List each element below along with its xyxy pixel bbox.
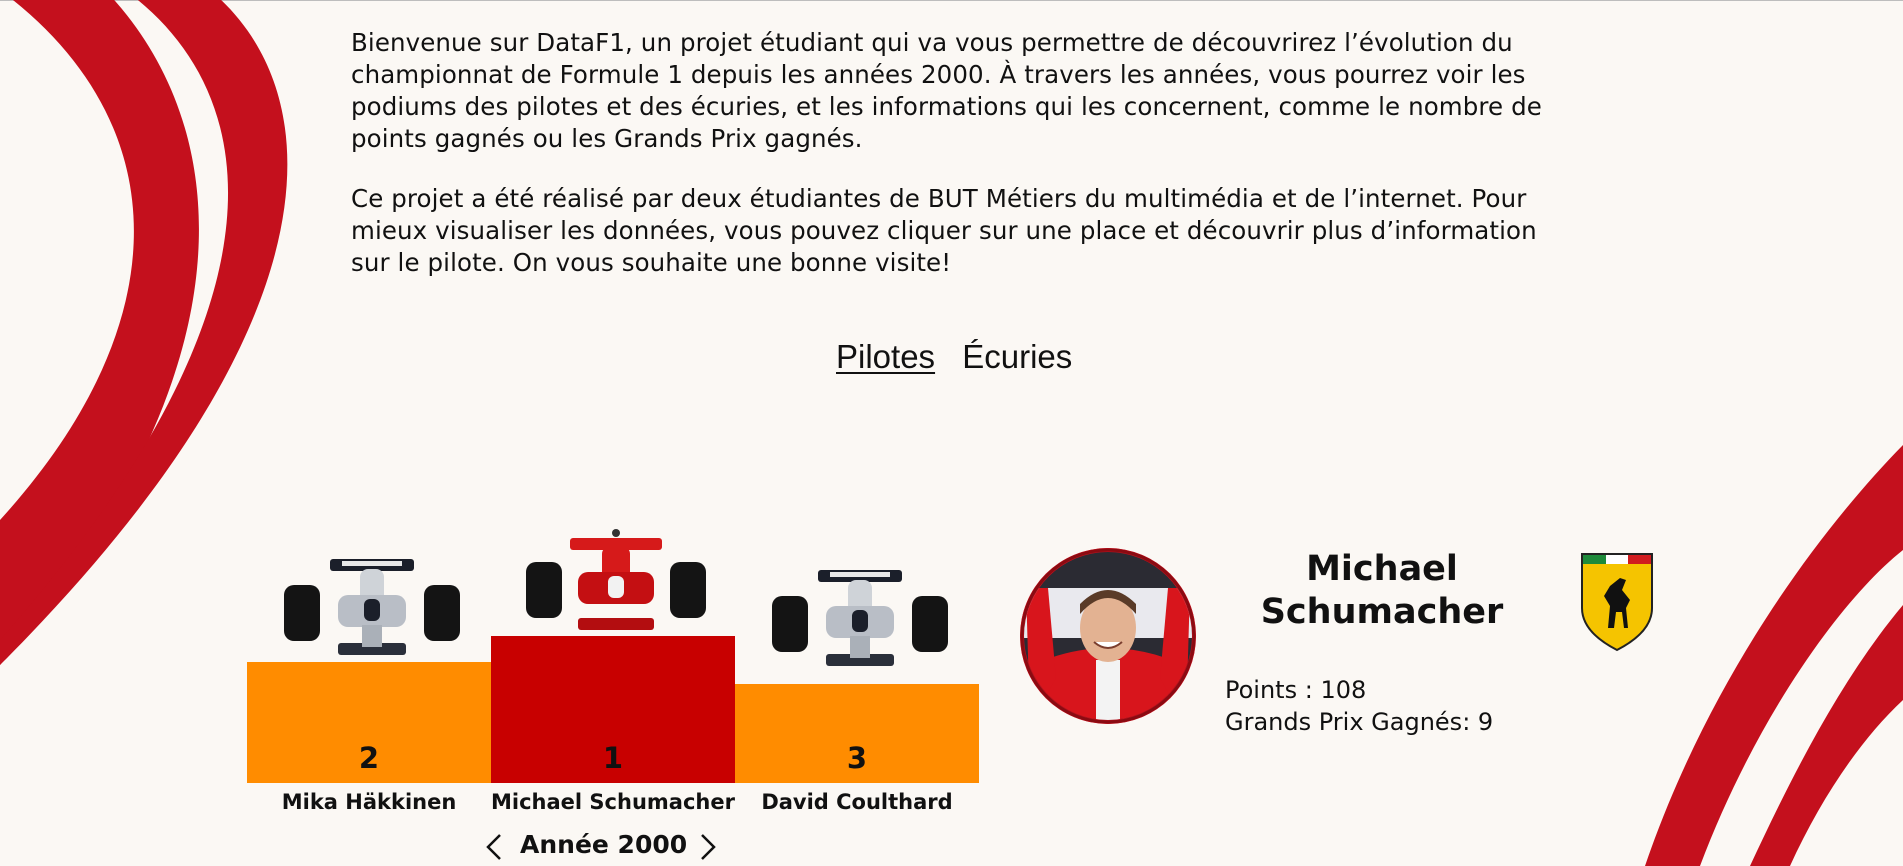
driver-points: Points : 108 [1225,676,1367,704]
driver-photo [1020,548,1196,724]
tab-drivers[interactable]: Pilotes [836,338,935,376]
ferrari-car-image-1st [526,529,706,630]
driver-last-name: Schumacher [1260,592,1504,632]
podium-place-number: 3 [846,741,868,775]
ferrari-logo [1581,553,1653,652]
year-navigator: Année 2000 [482,830,720,864]
category-tabs: Pilotes Écuries [836,338,1072,376]
chevron-right-icon[interactable] [696,832,720,862]
mclaren-car-image-3rd [772,570,948,666]
driver-grand-prix-wins: Grands Prix Gagnés: 9 [1225,708,1494,736]
intro-paragraph-2: Ce projet a été réalisé par deux étudian… [351,184,1537,277]
podium-step-third[interactable]: 3 [735,684,979,783]
podium-driver-name-first[interactable]: Michael Schumacher [491,790,735,814]
podium-driver-name-second[interactable]: Mika Häkkinen [247,790,491,814]
podium-step-second[interactable]: 2 [247,662,491,783]
year-label: Année 2000 [520,830,688,859]
podium-place-number: 2 [358,741,380,775]
podium-driver-name-third[interactable]: David Coulthard [735,790,979,814]
driver-detail-name: Michael Schumacher [1232,548,1532,634]
podium-place-number: 1 [602,741,624,775]
mclaren-car-image-2nd [284,559,460,655]
intro-paragraph-1: Bienvenue sur DataF1, un projet étudiant… [351,28,1542,153]
driver-first-name: Michael [1306,549,1458,589]
top-divider [0,0,1903,1]
tab-teams[interactable]: Écuries [962,338,1072,376]
podium-step-first[interactable]: 1 [491,636,735,783]
chevron-left-icon[interactable] [482,832,506,862]
intro-text: Bienvenue sur DataF1, un projet étudiant… [351,27,1551,307]
